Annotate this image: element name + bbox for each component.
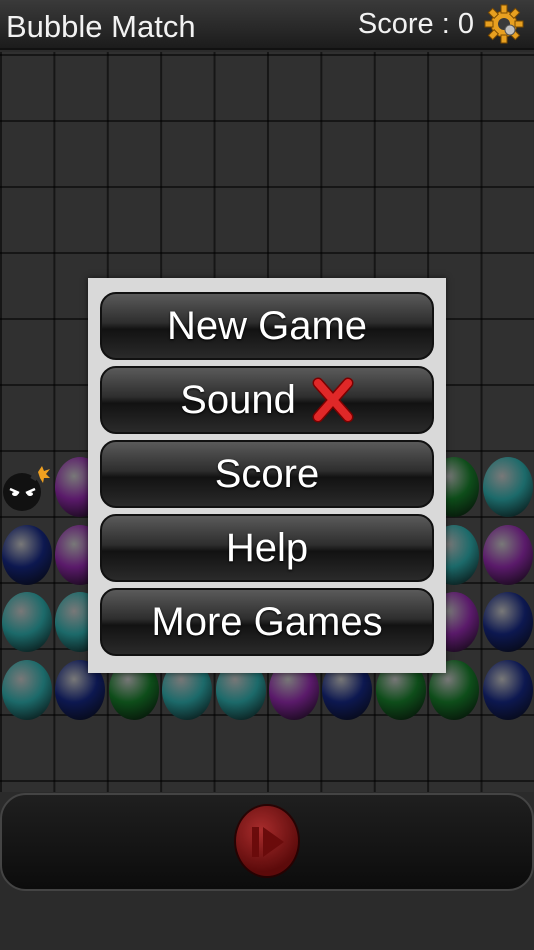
new-game-label: New Game xyxy=(166,303,368,348)
cross-icon xyxy=(312,377,354,423)
bubble-teal[interactable] xyxy=(482,457,533,517)
bubble-teal[interactable] xyxy=(2,660,52,720)
score-button[interactable]: Score xyxy=(100,440,434,508)
pause-menu: New Game Sound Score Help More Games xyxy=(88,278,446,673)
score-button-label: Score xyxy=(214,451,320,496)
help-button[interactable]: Help xyxy=(100,514,434,582)
play-icon xyxy=(252,827,284,857)
bubble-navy[interactable] xyxy=(2,525,52,585)
gear-icon[interactable] xyxy=(484,4,524,44)
bubble-navy[interactable] xyxy=(482,592,533,652)
more-games-label: More Games xyxy=(151,599,383,644)
new-game-button[interactable]: New Game xyxy=(100,292,434,360)
bubble-purple[interactable] xyxy=(482,525,533,585)
score-display: Score : 0 xyxy=(358,8,474,41)
bubble-navy[interactable] xyxy=(482,660,533,720)
sound-button[interactable]: Sound xyxy=(100,366,434,434)
bomb-icon[interactable] xyxy=(2,462,50,514)
app-title: Bubble Match xyxy=(6,9,196,44)
top-bar: Bubble Match Score : 0 xyxy=(0,0,534,50)
sound-label: Sound xyxy=(180,377,296,422)
score-value: 0 xyxy=(457,8,474,40)
score-label: Score : xyxy=(357,8,450,40)
play-button[interactable] xyxy=(234,804,300,878)
help-label: Help xyxy=(225,525,309,570)
bubble-teal[interactable] xyxy=(2,592,52,652)
more-games-button[interactable]: More Games xyxy=(100,588,434,656)
